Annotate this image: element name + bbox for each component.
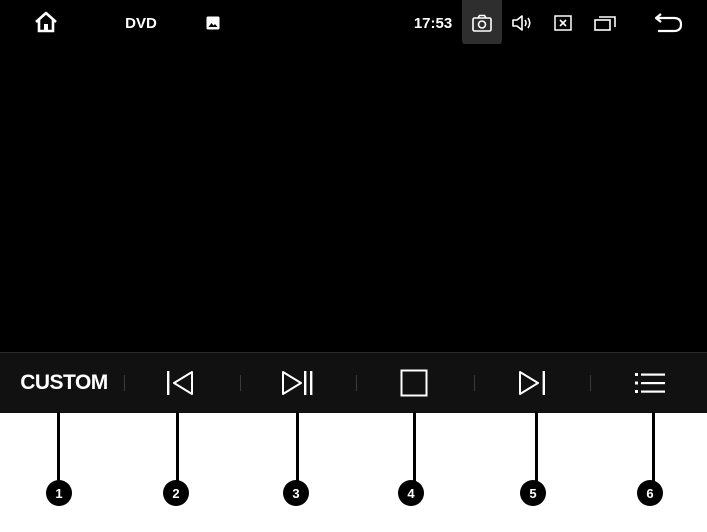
separator <box>124 375 125 391</box>
back-arrow-icon <box>654 13 683 33</box>
callout-line-1 <box>57 412 60 482</box>
screenshot-button[interactable] <box>462 0 502 46</box>
separator <box>240 375 241 391</box>
play-pause-icon <box>282 371 313 395</box>
home-icon <box>35 11 57 33</box>
next-button[interactable] <box>482 353 582 413</box>
status-bar: DVD 17:53 <box>0 0 707 46</box>
source-label: DVD <box>125 14 157 32</box>
volume-icon <box>512 15 531 31</box>
camera-icon <box>472 14 492 32</box>
video-display-area[interactable] <box>0 44 707 351</box>
menu-button[interactable] <box>600 353 700 413</box>
image-notification-icon <box>204 14 222 32</box>
callout-marker-4: 4 <box>398 480 424 506</box>
separator <box>356 375 357 391</box>
callout-marker-3: 3 <box>283 480 309 506</box>
separator <box>590 375 591 391</box>
callout-line-2 <box>176 412 179 482</box>
callout-marker-6: 6 <box>637 480 663 506</box>
stop-button[interactable] <box>364 353 464 413</box>
close-icon <box>554 15 572 31</box>
callout-line-4 <box>413 412 416 482</box>
callout-marker-2: 2 <box>163 480 189 506</box>
back-button[interactable] <box>648 9 688 37</box>
separator <box>474 375 475 391</box>
play-pause-button[interactable] <box>248 353 348 413</box>
callout-line-6 <box>652 412 655 482</box>
skip-next-icon <box>519 371 545 395</box>
recent-apps-button[interactable] <box>590 10 620 36</box>
screen: DVD 17:53 CUSTOM <box>0 0 707 413</box>
recent-apps-icon <box>594 16 616 31</box>
close-button[interactable] <box>550 10 576 36</box>
skip-previous-icon <box>167 371 193 395</box>
callout-marker-5: 5 <box>520 480 546 506</box>
stop-icon <box>400 369 428 397</box>
home-button[interactable] <box>28 8 64 36</box>
playback-control-bar: CUSTOM <box>0 352 707 413</box>
callout-marker-1: 1 <box>46 480 72 506</box>
callout-area: 1 2 3 4 5 6 <box>0 412 707 532</box>
list-menu-icon <box>635 373 665 393</box>
custom-button-label: CUSTOM <box>20 371 108 394</box>
clock: 17:53 <box>413 14 453 32</box>
callout-line-5 <box>535 412 538 482</box>
custom-button[interactable]: CUSTOM <box>8 353 120 413</box>
callout-line-3 <box>296 412 299 482</box>
volume-button[interactable] <box>508 10 536 36</box>
previous-button[interactable] <box>130 353 230 413</box>
